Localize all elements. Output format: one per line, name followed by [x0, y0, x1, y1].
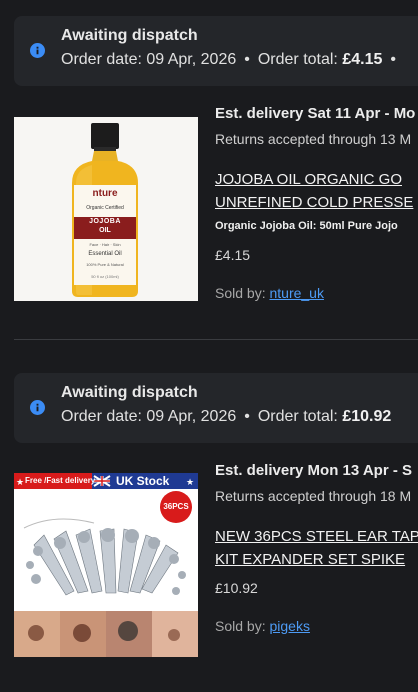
product-image-jojoba-oil[interactable]: nture Organic Certified JOJOBA OIL Face … — [14, 117, 198, 301]
info-icon — [30, 400, 45, 415]
image-36pcs-badge: 36PCS — [163, 502, 189, 511]
order-divider — [14, 339, 418, 340]
order-date: Order date: 09 Apr, 2026 — [61, 408, 237, 425]
separator-dot: • — [244, 51, 250, 68]
item-price: £10.92 — [215, 580, 258, 596]
orders-page: Awaiting dispatch Order date: 09 Apr, 20… — [0, 0, 418, 692]
order-total-value: £4.15 — [342, 51, 383, 68]
item-title-link[interactable]: JOJOBA OIL ORGANIC GO UNREFINED COLD PRE… — [215, 168, 413, 214]
order-status-banner: Awaiting dispatch Order date: 09 Apr, 20… — [14, 16, 418, 86]
order-meta: Order date: 09 Apr, 2026 • Order total: £1… — [61, 408, 391, 426]
bottle-label-line1: JOJOBA — [89, 218, 121, 225]
bottle-certified: Organic Certified — [86, 205, 124, 211]
sold-by-label: Sold by: — [215, 618, 266, 634]
estimated-delivery: Est. delivery Sat 11 Apr - Mo — [215, 105, 416, 122]
bottle-attrs: Face · Hair · Skin — [89, 242, 121, 247]
bottle-label-line2: OIL — [99, 227, 111, 234]
separator-dot: • — [244, 408, 250, 425]
order-status-title: Awaiting dispatch — [61, 27, 198, 44]
order-status-title: Awaiting dispatch — [61, 384, 198, 401]
item-title-line: UNREFINED COLD PRESSE — [215, 194, 414, 211]
item-title-line: KIT EXPANDER SET SPIKE — [215, 551, 406, 568]
order-status-banner: Awaiting dispatch Order date: 09 Apr, 20… — [14, 373, 418, 443]
bottle-brand: nture — [92, 188, 118, 199]
separator-dot: • — [390, 51, 396, 68]
estimated-delivery: Est. delivery Mon 13 Apr - S — [215, 462, 412, 479]
ear-taper-kit-illustration: ★ ★ — [14, 473, 198, 657]
image-uk-stock: UK Stock — [116, 474, 170, 488]
returns-info: Returns accepted through 13 M — [215, 131, 412, 147]
bottle-essential: Essential Oil — [88, 251, 122, 257]
returns-info: Returns accepted through 18 M — [215, 488, 412, 504]
product-image-ear-taper-kit[interactable]: ★ ★ Free /Fast delivery UK Stock 36PCS — [14, 473, 198, 657]
bottle-purity: 100% Pure & Natural — [86, 262, 124, 267]
item-title-link[interactable]: NEW 36PCS STEEL EAR TAP KIT EXPANDER SET… — [215, 525, 418, 571]
item-subtitle: Organic Jojoba Oil: 50ml Pure Jojo — [215, 220, 398, 232]
sold-by-label: Sold by: — [215, 285, 266, 301]
image-free-delivery: Free /Fast delivery — [25, 476, 96, 485]
order-date: Order date: 09 Apr, 2026 — [61, 51, 237, 68]
order-total-value: £10.92 — [342, 408, 392, 425]
item-title-line: NEW 36PCS STEEL EAR TAP — [215, 528, 418, 545]
svg-text:★: ★ — [186, 478, 194, 488]
sold-by: Sold by: pigeks — [215, 618, 310, 634]
order-meta: Order date: 09 Apr, 2026 • Order total: £4… — [61, 51, 404, 69]
sold-by: Sold by: nture_uk — [215, 285, 324, 301]
order-total-label: Order total: — [257, 408, 338, 425]
seller-link[interactable]: nture_uk — [269, 285, 323, 301]
svg-text:★: ★ — [16, 478, 24, 488]
bottle-volume: 50 fl oz (100ml) — [91, 274, 119, 279]
item-price: £4.15 — [215, 247, 251, 263]
order-total-label: Order total: — [257, 51, 338, 68]
info-icon — [30, 43, 45, 58]
item-title-line: JOJOBA OIL ORGANIC GO — [215, 171, 402, 188]
seller-link[interactable]: pigeks — [269, 618, 309, 634]
